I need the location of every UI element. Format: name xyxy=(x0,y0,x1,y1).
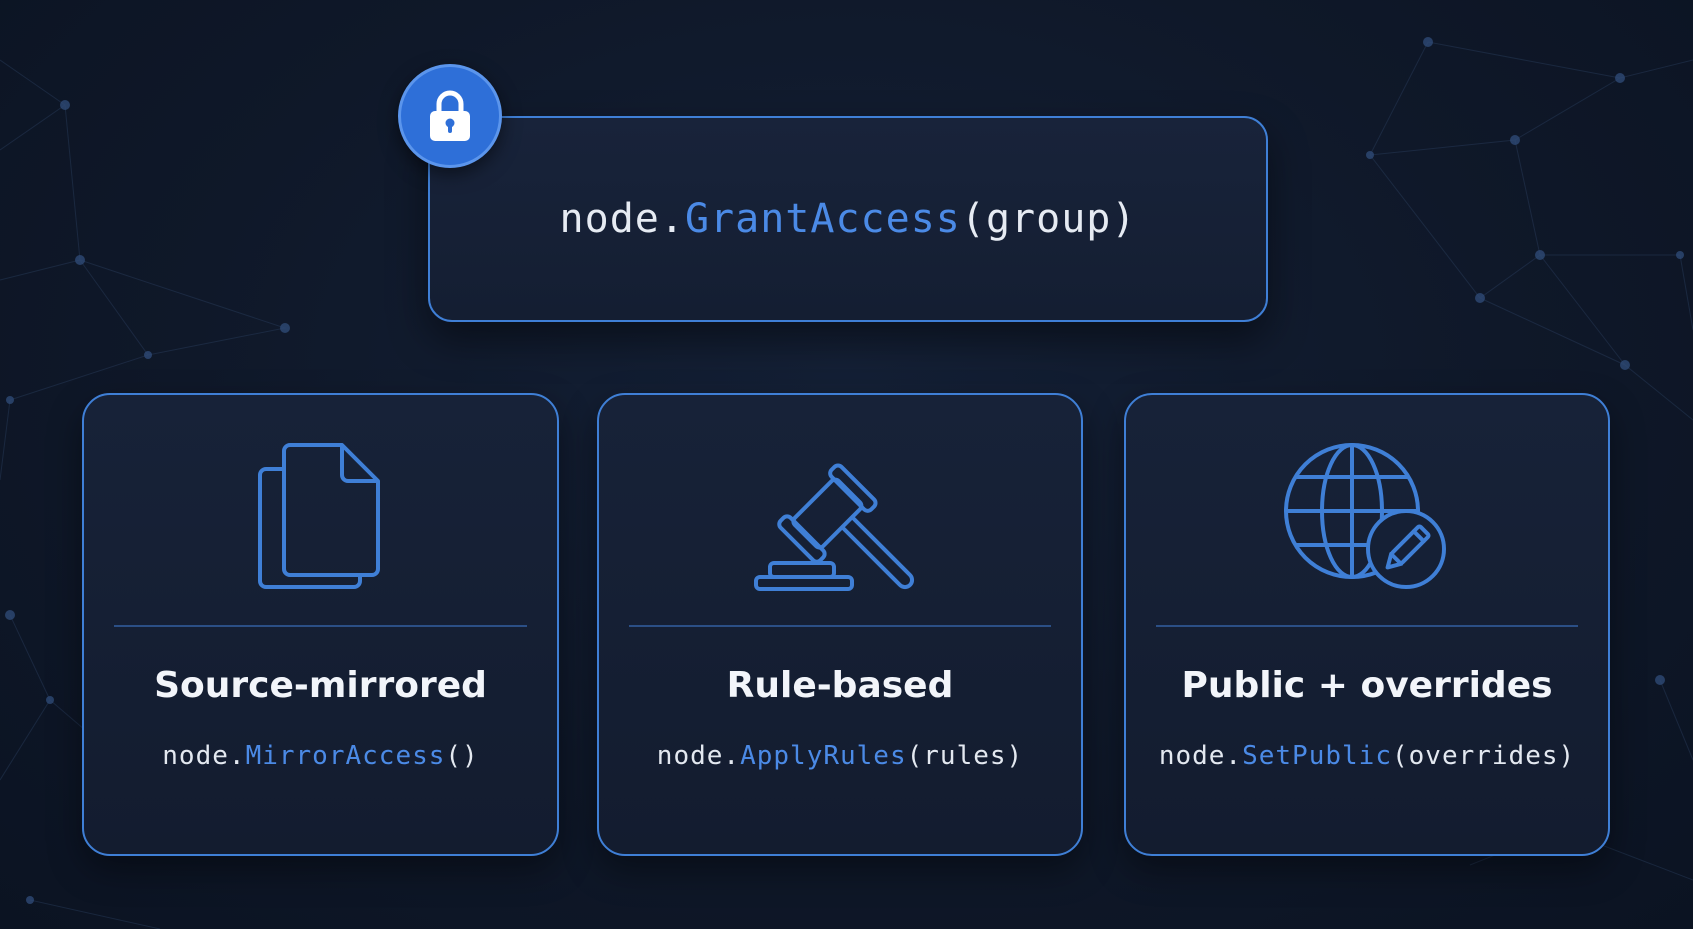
card-rule-based: Rule-based node.ApplyRules(rules) xyxy=(597,393,1083,856)
card-title: Rule-based xyxy=(726,665,954,706)
card-source-mirrored: Source-mirrored node.MirrorAccess() xyxy=(82,393,559,856)
lock-badge xyxy=(398,64,502,168)
card-title: Public + overrides xyxy=(1181,665,1553,706)
card-divider xyxy=(629,625,1051,627)
card-title: Source-mirrored xyxy=(154,665,487,706)
documents-icon xyxy=(257,443,380,589)
globe-edit-icon xyxy=(1284,443,1446,589)
grant-access-code: node.GrantAccess(group) xyxy=(559,196,1137,242)
card-code: node.MirrorAccess() xyxy=(162,741,479,771)
card-public-overrides: Public + overrides node.SetPublic(overri… xyxy=(1124,393,1610,856)
grant-access-box: node.GrantAccess(group) xyxy=(428,116,1268,322)
card-divider xyxy=(1156,625,1578,627)
card-code: node.ApplyRules(rules) xyxy=(656,741,1024,771)
card-divider xyxy=(114,625,527,627)
lock-icon xyxy=(430,90,470,141)
gavel-icon xyxy=(754,463,915,591)
card-code: node.SetPublic(overrides) xyxy=(1158,741,1576,771)
